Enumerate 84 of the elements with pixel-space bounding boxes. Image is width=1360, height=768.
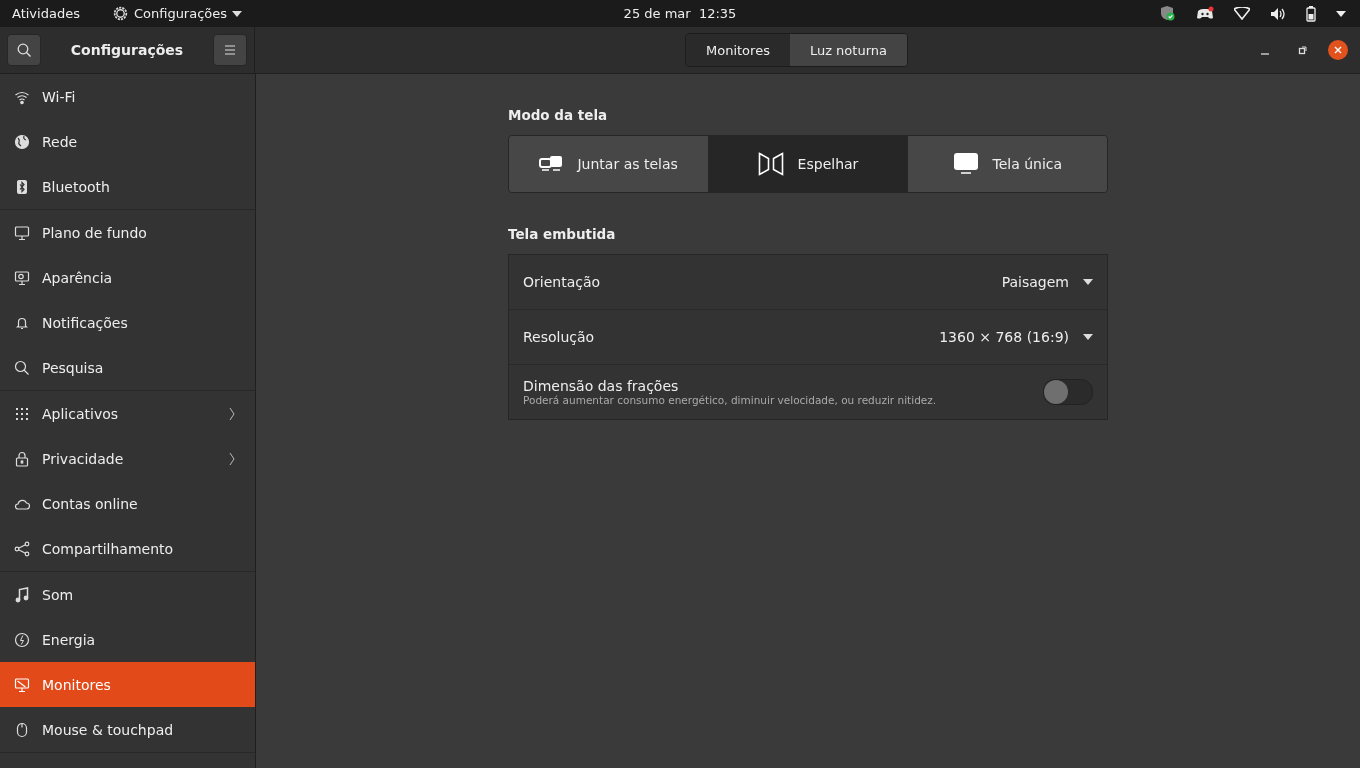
search-button[interactable] [7, 34, 41, 66]
mouse-icon [14, 721, 30, 738]
bluetooth-icon [14, 178, 30, 195]
setting-row[interactable]: Orientação Paisagem [509, 255, 1107, 310]
sidebar-item[interactable]: Pesquisa [0, 345, 255, 390]
sidebar-label: Notificações [42, 314, 129, 331]
sidebar-item[interactable]: Aplicativos [0, 391, 255, 436]
close-icon [1333, 45, 1343, 55]
sidebar-label: Privacidade [42, 450, 125, 467]
section-heading: Tela embutida [508, 226, 617, 242]
display-mode-option[interactable]: Tela única [907, 136, 1107, 192]
mirror-icon [757, 152, 784, 176]
dropdown-arrow-icon [1083, 279, 1093, 285]
gamepad-icon[interactable] [1196, 6, 1214, 21]
sidebar-label: Energia [42, 631, 97, 648]
menu-button[interactable] [213, 34, 247, 66]
share-icon [14, 540, 30, 557]
sidebar-item[interactable]: Compartilhamento [0, 526, 255, 571]
restore-icon [1298, 45, 1308, 55]
display-icon [14, 676, 30, 693]
globe-icon [14, 133, 30, 150]
sidebar-item[interactable]: Mouse & touchpad [0, 707, 255, 752]
section-heading: Modo da tela [508, 107, 609, 123]
sidebar-label: Aplicativos [42, 405, 120, 422]
sidebar-item[interactable]: Plano de fundo [0, 210, 255, 255]
sidebar-item[interactable]: Contas online [0, 481, 255, 526]
sidebar-item[interactable]: Notificações [0, 300, 255, 345]
sidebar-label: Compartilhamento [42, 540, 175, 557]
setting-label: Resolução [523, 329, 595, 345]
sidebar-label: Wi-Fi [42, 88, 77, 105]
sidebar-item[interactable]: Rede [0, 119, 255, 164]
sidebar-item[interactable]: Monitores [0, 662, 255, 707]
sidebar-item[interactable]: Energia [0, 617, 255, 662]
sidebar-item[interactable]: Bluetooth [0, 164, 255, 209]
close-button[interactable] [1328, 40, 1348, 60]
sidebar-item[interactable]: Som [0, 572, 255, 617]
join-displays-icon [539, 155, 564, 173]
caret-icon [232, 10, 243, 17]
clock[interactable]: 25 de mar 12:35 [623, 6, 737, 21]
monitor-icon [14, 224, 30, 241]
display-mode-option[interactable]: Espelhar [708, 136, 908, 192]
setting-label: Orientação [523, 274, 601, 290]
wifi-icon[interactable] [1234, 7, 1250, 20]
sidebar-label: Bluetooth [42, 178, 111, 195]
display-mode-option[interactable]: Juntar as telas [509, 136, 709, 192]
setting-row[interactable]: Resolução 1360 × 768 (16:9) [509, 310, 1107, 365]
setting-value: 1360 × 768 (16:9) [939, 329, 1069, 345]
grid-icon [14, 405, 30, 422]
setting-value: Paisagem [1001, 274, 1069, 290]
shield-icon[interactable] [1160, 5, 1176, 22]
power-icon [14, 631, 30, 648]
monitor-icon [14, 269, 30, 286]
sidebar-item[interactable]: Aparência [0, 255, 255, 300]
music-icon [14, 586, 30, 603]
sidebar-label: Aparência [42, 269, 114, 286]
app-menu[interactable]: Configurações [111, 5, 243, 22]
setting-label: Dimensão das frações [523, 378, 680, 394]
minimize-icon [1260, 53, 1270, 55]
sidebar-label: Monitores [42, 676, 112, 693]
sidebar-label: Rede [42, 133, 79, 150]
sidebar-label: Contas online [42, 495, 139, 512]
volume-icon[interactable] [1270, 6, 1286, 21]
sidebar-label: Plano de fundo [42, 224, 148, 241]
caret-icon[interactable] [1336, 10, 1346, 17]
view-tab[interactable]: Luz noturna [789, 34, 907, 66]
gear-icon [111, 5, 129, 22]
sidebar-label: Mouse & touchpad [42, 721, 175, 738]
dropdown-arrow-icon [1083, 334, 1093, 340]
single-display-icon [952, 152, 979, 176]
setting-description: Poderá aumentar consumo energético, diminuir velocidade, ou reduzir nitidez. [523, 394, 937, 406]
search-icon [16, 42, 32, 58]
activities-button[interactable]: Atividades [12, 6, 80, 21]
sidebar-label: Som [42, 586, 75, 603]
search-icon [14, 359, 30, 376]
sidebar-item[interactable]: Wi-Fi [0, 74, 255, 119]
toggle-switch[interactable] [1043, 379, 1093, 405]
battery-icon[interactable] [1306, 5, 1316, 22]
lock-icon [14, 450, 30, 467]
menu-icon [224, 45, 236, 55]
sidebar-item[interactable]: Privacidade [0, 436, 255, 481]
chevron-right-icon [229, 451, 235, 466]
sidebar-label: Pesquisa [42, 359, 105, 376]
window-title: Configurações [70, 42, 184, 58]
chevron-right-icon [229, 406, 235, 421]
